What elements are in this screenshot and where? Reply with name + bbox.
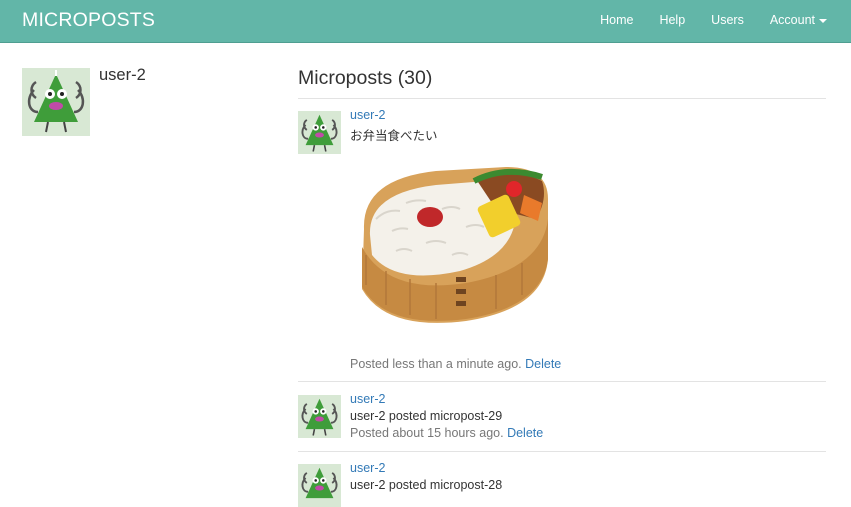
top-navbar: MICROPOSTS Home Help Users Account — [0, 0, 851, 43]
brand-logo-link[interactable]: MICROPOSTS — [22, 9, 155, 32]
nav-help-link[interactable]: Help — [659, 13, 685, 27]
feed-title: Microposts (30) — [298, 67, 433, 89]
post-timestamp: Posted less than a minute ago. Delete — [350, 357, 561, 371]
post-content: お弁当食べたい — [350, 129, 438, 143]
monster-avatar-icon — [27, 70, 85, 133]
post-item: user-2 user-2 posted micropost-29 Posted… — [298, 382, 826, 452]
post-avatar[interactable] — [298, 395, 341, 438]
nav-users-link[interactable]: Users — [711, 13, 744, 27]
delete-link[interactable]: Delete — [525, 357, 561, 371]
nav-home-link[interactable]: Home — [600, 13, 633, 27]
bento-box-image[interactable] — [356, 159, 552, 329]
caret-down-icon — [819, 18, 827, 23]
nav-account-dropdown[interactable]: Account — [770, 13, 827, 27]
monster-avatar-icon — [301, 467, 338, 499]
post-time-text: Posted less than a minute ago. — [350, 357, 522, 371]
profile-username: user-2 — [99, 66, 146, 84]
monster-avatar-icon — [301, 114, 338, 152]
post-user-link[interactable]: user-2 — [350, 108, 385, 122]
post-avatar[interactable] — [298, 464, 341, 507]
post-user-link[interactable]: user-2 — [350, 461, 385, 475]
account-label: Account — [769, 13, 815, 27]
post-item: user-2 お弁当食べたい Posted less than a minute… — [298, 99, 826, 382]
post-time-text: Posted about 15 hours ago. — [350, 426, 504, 440]
post-content: user-2 posted micropost-29 — [350, 409, 503, 423]
monster-avatar-icon — [301, 398, 338, 436]
post-user-link[interactable]: user-2 — [350, 392, 385, 406]
post-avatar[interactable] — [298, 111, 341, 154]
profile-avatar[interactable] — [22, 68, 90, 136]
nav-links: Home Help Users Account — [574, 13, 827, 27]
post-timestamp: Posted about 15 hours ago. Delete — [350, 426, 543, 440]
delete-link[interactable]: Delete — [507, 426, 543, 440]
post-item: user-2 user-2 posted micropost-28 — [298, 452, 826, 507]
post-content: user-2 posted micropost-28 — [350, 478, 503, 492]
